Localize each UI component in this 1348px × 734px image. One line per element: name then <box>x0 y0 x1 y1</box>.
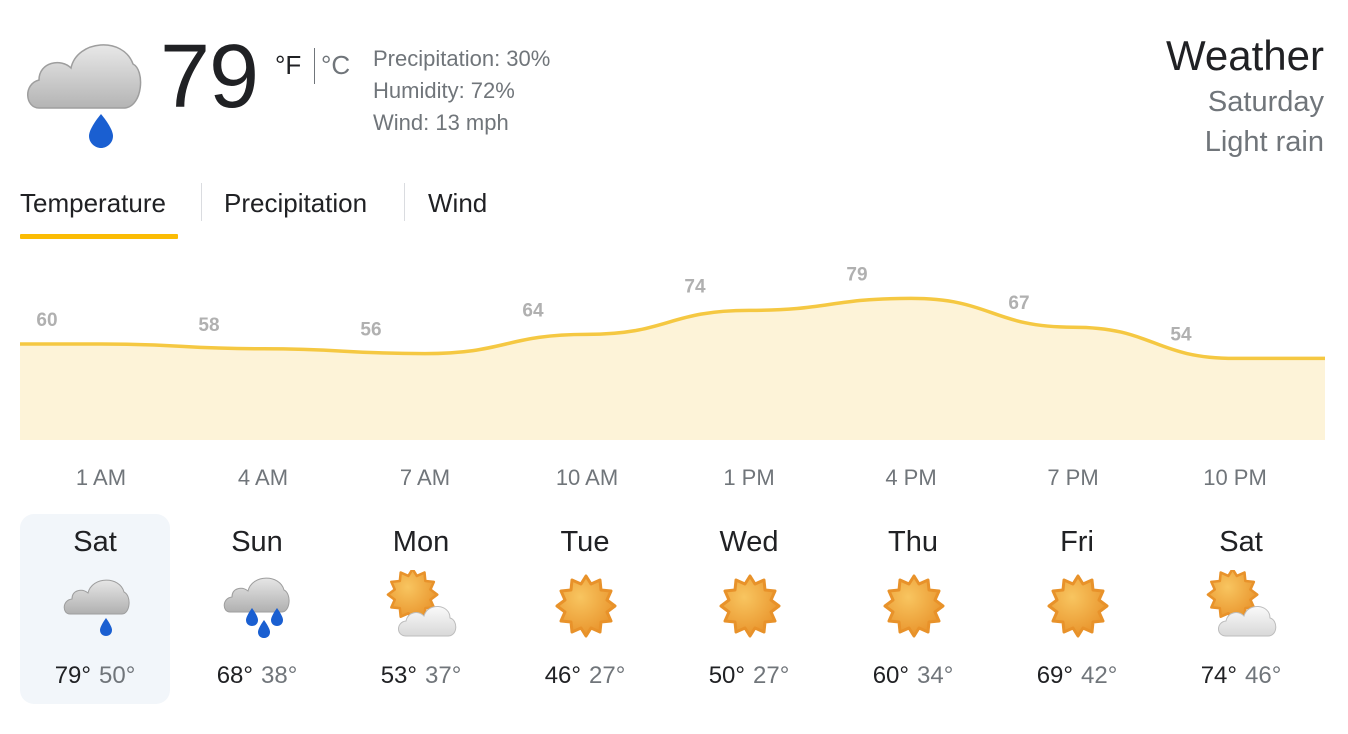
tab-wind[interactable]: Wind <box>428 188 487 219</box>
weather-title: Weather <box>1166 32 1324 79</box>
tab-temperature[interactable]: Temperature <box>20 188 166 219</box>
rain-cloud-icon <box>27 44 142 148</box>
hour-label: 1 PM <box>723 465 775 490</box>
forecast-day-mon[interactable]: Mon 53° 37° <box>346 514 496 704</box>
low-temp: 50° <box>99 662 136 689</box>
hour-label: 7 PM <box>1047 465 1099 490</box>
day-name: Wed <box>719 526 779 558</box>
wind-text: Wind: 13 mph <box>373 110 509 135</box>
day-name: Fri <box>1060 526 1094 558</box>
sun-icon <box>878 570 950 642</box>
low-temp: 27° <box>589 662 626 689</box>
high-temp: 68° <box>216 662 253 689</box>
high-temp: 46° <box>544 662 581 689</box>
low-temp: 38° <box>261 662 298 689</box>
active-tab-indicator <box>20 234 178 239</box>
low-temp: 46° <box>1245 662 1282 689</box>
sun-icon <box>714 570 786 642</box>
low-temp: 37° <box>425 662 462 689</box>
tab-divider <box>404 183 405 221</box>
forecast-day-fri[interactable]: Fri 69° 42° <box>1002 514 1152 704</box>
high-temp: 50° <box>708 662 745 689</box>
day-name: Sat <box>1219 526 1263 558</box>
partly-cloudy-icon <box>1206 570 1278 642</box>
day-name: Sat <box>73 526 117 558</box>
day-temperatures: 79° 50° <box>20 662 170 690</box>
high-temp: 74° <box>1200 662 1237 689</box>
sun-icon <box>1042 570 1114 642</box>
fahrenheit-toggle[interactable]: °F <box>275 50 301 81</box>
forecast-day-wed[interactable]: Wed 50° 27° <box>674 514 824 704</box>
high-temp: 69° <box>1036 662 1073 689</box>
hour-label: 1 AM <box>75 465 127 490</box>
temperature-value-label: 56 <box>360 320 381 341</box>
hour-label: 10 AM <box>555 465 619 490</box>
day-temperatures: 69° 42° <box>1002 662 1152 690</box>
day-name: Sun <box>231 526 283 558</box>
temperature-value-label: 54 <box>1170 324 1192 345</box>
rain-cloud-icon <box>60 570 132 642</box>
high-temp: 60° <box>872 662 909 689</box>
temperature-value-label: 64 <box>522 300 544 321</box>
hour-label: 4 AM <box>237 465 289 490</box>
current-condition: Light rain <box>1204 126 1324 158</box>
temperature-value-label: 67 <box>1008 293 1029 314</box>
tab-divider <box>201 183 202 221</box>
sun-icon <box>550 570 622 642</box>
temperature-value-label: 58 <box>198 315 219 336</box>
low-temp: 27° <box>753 662 790 689</box>
current-day: Saturday <box>1207 86 1324 118</box>
forecast-day-sat-next[interactable]: Sat 74° 46° <box>1166 514 1316 704</box>
day-temperatures: 60° 34° <box>838 662 988 690</box>
forecast-day-sun[interactable]: Sun 68° 38° <box>182 514 332 704</box>
low-temp: 42° <box>1081 662 1118 689</box>
partly-cloudy-icon <box>386 570 458 642</box>
hour-label: 10 PM <box>1203 465 1267 490</box>
day-temperatures: 74° 46° <box>1166 662 1316 690</box>
unit-divider <box>314 48 315 84</box>
forecast-day-tue[interactable]: Tue 46° 27° <box>510 514 660 704</box>
day-temperatures: 46° 27° <box>510 662 660 690</box>
forecast-day-thu[interactable]: Thu 60° 34° <box>838 514 988 704</box>
high-temp: 79° <box>54 662 91 689</box>
tab-precipitation[interactable]: Precipitation <box>224 188 367 219</box>
celsius-toggle[interactable]: °C <box>321 50 350 81</box>
day-temperatures: 68° 38° <box>182 662 332 690</box>
hour-label: 4 PM <box>885 465 937 490</box>
day-name: Tue <box>560 526 610 558</box>
day-temperatures: 50° 27° <box>674 662 824 690</box>
temperature-value-label: 79 <box>846 264 867 285</box>
forecast-day-sat[interactable]: Sat 79° 50° <box>20 514 170 704</box>
heavy-rain-cloud-icon <box>222 570 294 642</box>
high-temp: 53° <box>380 662 417 689</box>
humidity-text: Humidity: 72% <box>373 78 515 103</box>
current-temperature: 79 <box>160 27 259 127</box>
day-name: Thu <box>888 526 938 558</box>
temperature-chart: 60 58 56 64 74 79 67 54 <box>20 264 1325 440</box>
temperature-value-label: 74 <box>684 276 706 297</box>
day-name: Mon <box>392 526 450 558</box>
day-temperatures: 53° 37° <box>346 662 496 690</box>
low-temp: 34° <box>917 662 954 689</box>
hour-label: 7 AM <box>399 465 451 490</box>
precipitation-text: Precipitation: 30% <box>373 46 551 71</box>
temperature-value-label: 60 <box>36 310 57 331</box>
